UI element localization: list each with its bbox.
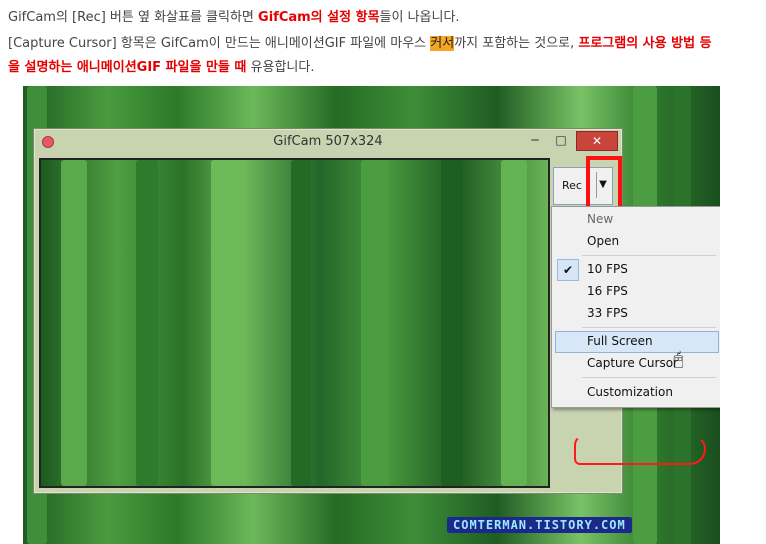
watermark: COMTERMAN.TISTORY.COM xyxy=(447,517,632,533)
menu-item-full-screen[interactable]: Full Screen xyxy=(587,331,653,351)
capture-area xyxy=(39,158,550,488)
check-icon: ✔ xyxy=(557,259,579,281)
settings-dropdown-menu: New Open ✔ 10 FPS 16 FPS 33 FPS Full Scr… xyxy=(551,206,720,408)
mouse-cursor-icon: 🖰 xyxy=(673,349,684,370)
highlighted-text: 커서 xyxy=(430,36,455,51)
emphasis-text: 을 설명하는 애니메이션GIF 파일을 만들 때 xyxy=(8,60,247,75)
gifcam-window: GifCam 507x324 ─ □ ✕ Rec ▼ xyxy=(33,128,623,494)
rec-button-label: Rec xyxy=(562,179,582,192)
bamboo-stalk xyxy=(441,160,463,486)
paragraph-line-3: 을 설명하는 애니메이션GIF 파일을 만들 때 유용합니다. xyxy=(8,60,315,75)
emphasis-text: GifCam의 설정 항목 xyxy=(258,10,380,25)
title-bar: GifCam 507x324 ─ □ ✕ xyxy=(34,129,622,155)
bamboo-stalk xyxy=(361,160,389,486)
menu-item-open[interactable]: Open xyxy=(587,231,619,251)
paragraph-line-2: [Capture Cursor] 항목은 GifCam이 만드는 애니메이션GI… xyxy=(8,36,712,51)
menu-separator xyxy=(582,327,716,328)
minimize-button[interactable]: ─ xyxy=(524,131,546,149)
menu-item-customization[interactable]: Customization xyxy=(587,382,673,402)
screenshot-image: GifCam 507x324 ─ □ ✕ Rec ▼ New Open ✔ 10… xyxy=(23,86,720,544)
menu-item-16fps[interactable]: 16 FPS xyxy=(587,281,628,301)
emphasis-text: 프로그램의 사용 방법 등 xyxy=(578,36,712,51)
menu-separator xyxy=(582,377,716,378)
annotation-red-underline xyxy=(574,435,706,465)
paragraph-line-1: GifCam의 [Rec] 버튼 옆 화살표를 클릭하면 GifCam의 설정 … xyxy=(8,10,460,25)
close-button[interactable]: ✕ xyxy=(576,131,618,151)
bamboo-stalk xyxy=(61,160,87,486)
bamboo-stalk xyxy=(136,160,158,486)
menu-item-33fps[interactable]: 33 FPS xyxy=(587,303,628,323)
bamboo-stalk xyxy=(211,160,241,486)
maximize-button[interactable]: □ xyxy=(550,131,572,149)
menu-item-new[interactable]: New xyxy=(587,209,613,229)
menu-item-capture-cursor[interactable]: Capture Cursor xyxy=(587,353,678,373)
bamboo-stalk xyxy=(501,160,527,486)
menu-item-10fps[interactable]: 10 FPS xyxy=(587,259,628,279)
menu-separator xyxy=(582,255,716,256)
bamboo-stalk xyxy=(291,160,311,486)
